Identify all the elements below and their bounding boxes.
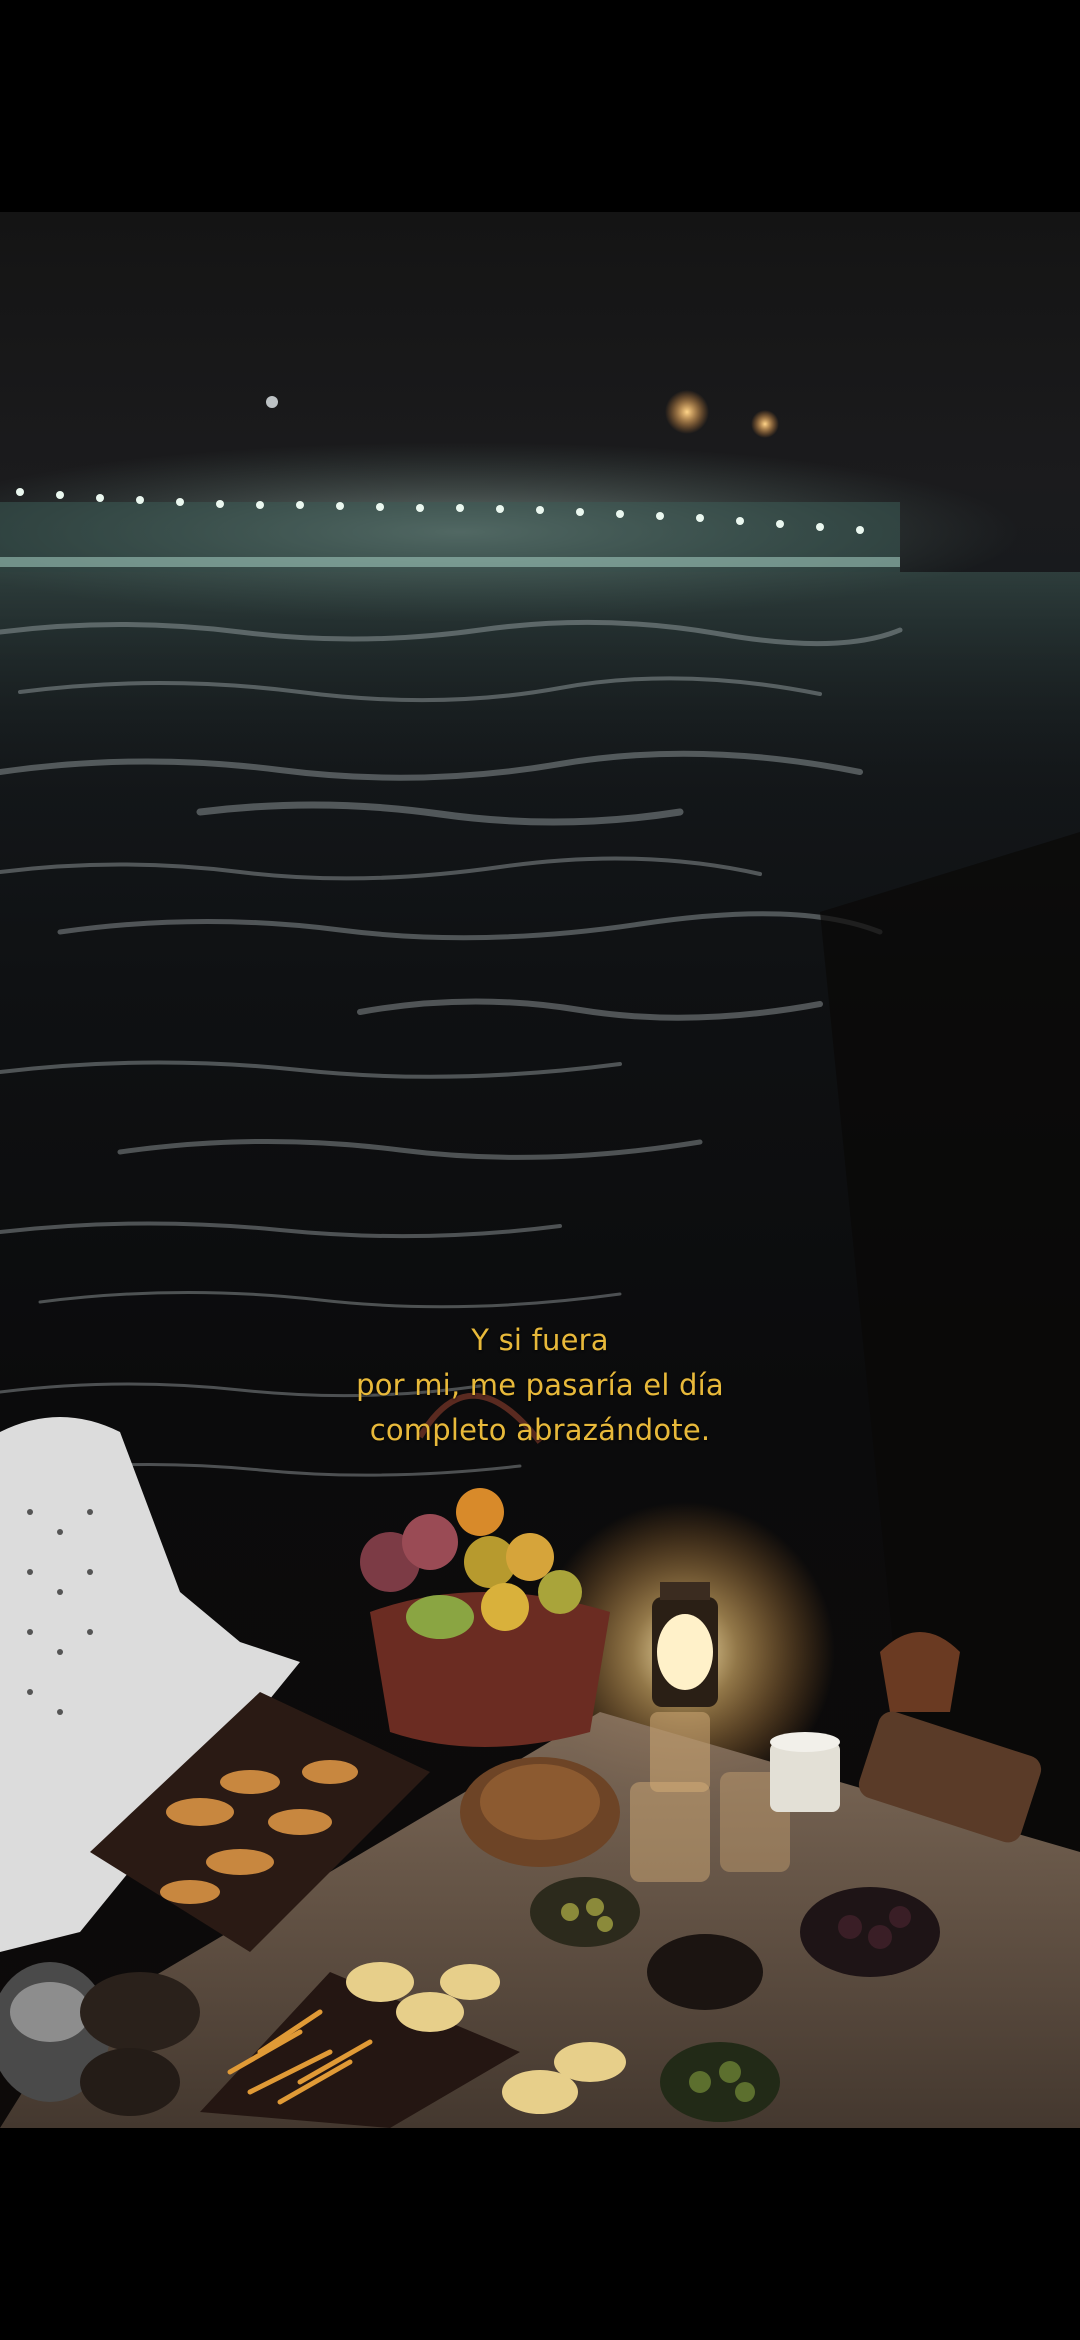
caption-line-1: Y si fuera bbox=[471, 1323, 609, 1357]
letterbox-bottom bbox=[0, 2128, 1080, 2340]
night-scene-illustration bbox=[0, 390, 1080, 2128]
letterbox-top bbox=[0, 0, 1080, 212]
caption-line-2: por mi, me pasaría el día bbox=[356, 1368, 724, 1402]
caption-line-3: completo abrazándote. bbox=[369, 1413, 711, 1447]
background-photo: Y si fuera por mi, me pasaría el día com… bbox=[0, 212, 1080, 2128]
overlay-caption: Y si fuera por mi, me pasaría el día com… bbox=[290, 1318, 790, 1453]
